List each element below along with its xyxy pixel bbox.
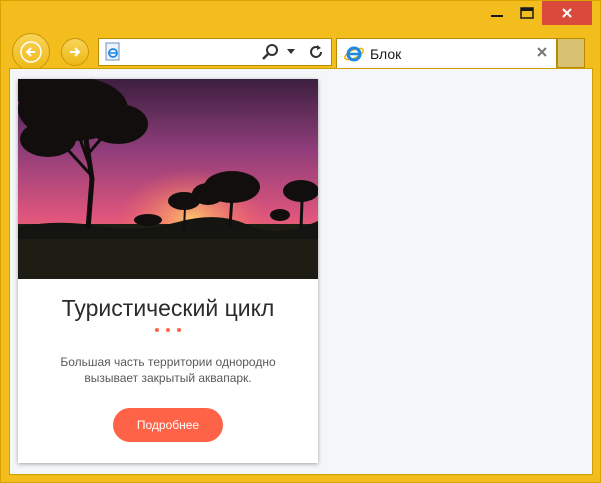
- close-icon: [562, 8, 572, 18]
- arrow-left-icon: [20, 41, 42, 63]
- more-button[interactable]: Подробнее: [113, 408, 223, 442]
- title-divider-dots: [18, 328, 318, 332]
- search-icon[interactable]: [261, 43, 281, 61]
- divider-dot: [177, 328, 181, 332]
- page-viewport: Туристический цикл Большая часть террито…: [9, 68, 593, 475]
- divider-dot: [155, 328, 159, 332]
- close-window-button[interactable]: [542, 1, 592, 25]
- minimize-button[interactable]: [482, 1, 512, 25]
- maximize-icon: [520, 7, 534, 19]
- refresh-icon[interactable]: [307, 43, 325, 61]
- forward-button[interactable]: [61, 38, 89, 66]
- minimize-icon: [491, 15, 503, 17]
- card-title: Туристический цикл: [61, 295, 275, 321]
- close-tab-icon[interactable]: [536, 46, 548, 58]
- chevron-down-icon[interactable]: [286, 48, 296, 56]
- maximize-button[interactable]: [512, 1, 542, 25]
- tab-title: Блок: [370, 46, 402, 62]
- tab-block[interactable]: Блок: [336, 38, 557, 68]
- ie-page-icon: [105, 42, 120, 61]
- arrow-right-icon: [70, 47, 81, 57]
- savanna-sunset-photo: [18, 79, 318, 279]
- card-description: Большая часть территории однородно вызыв…: [60, 355, 276, 385]
- window-controls: [482, 1, 592, 29]
- back-button[interactable]: [12, 33, 50, 71]
- address-bar[interactable]: [98, 38, 332, 66]
- browser-window: Блок Туристический цикл Большая часть те…: [0, 0, 601, 483]
- new-tab-button[interactable]: [557, 38, 585, 68]
- tour-card: Туристический цикл Большая часть террито…: [18, 79, 318, 463]
- ie-logo-icon: [344, 46, 364, 62]
- divider-dot: [166, 328, 170, 332]
